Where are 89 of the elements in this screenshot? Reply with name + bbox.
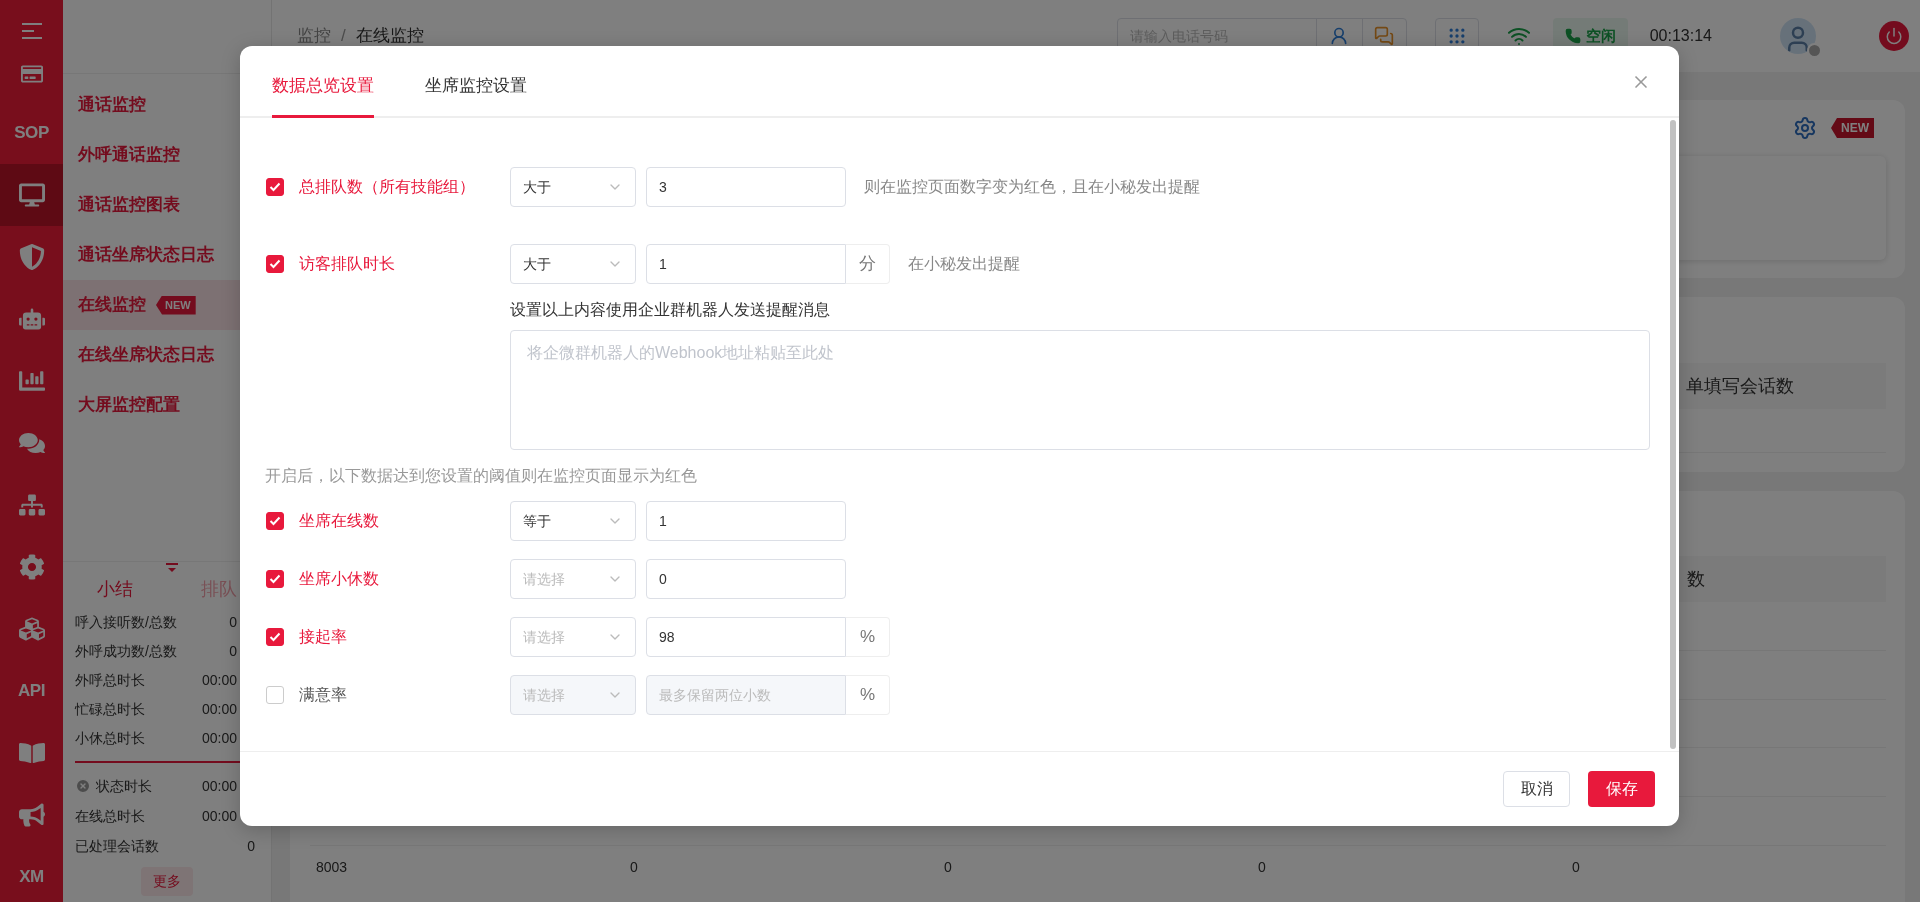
stat-label: 已处理会话数 — [75, 836, 159, 856]
breadcrumb-item: 在线监控 — [355, 25, 424, 48]
stat-label: 在线总时长 — [75, 806, 145, 826]
checkbox[interactable] — [266, 628, 284, 646]
call-timer: 00:13:14 — [1649, 26, 1712, 46]
new-badge: NEW — [156, 295, 196, 315]
card-icon — [20, 63, 43, 85]
stat-value: 0 — [229, 642, 237, 661]
stat-label: 小休总时长 — [75, 729, 145, 748]
close-circle-icon[interactable] — [75, 778, 91, 794]
more-button[interactable]: 更多 — [141, 867, 193, 896]
phone-icon — [1564, 28, 1581, 44]
value-field[interactable]: 0 — [646, 559, 846, 599]
value-field[interactable]: 98 — [646, 617, 846, 657]
operator-select[interactable]: 大于 — [510, 244, 636, 284]
settings-icon[interactable] — [1793, 116, 1817, 140]
value-field[interactable]: 最多保留两位小数 — [646, 675, 846, 715]
scrollbar[interactable] — [1670, 120, 1676, 749]
checkbox[interactable] — [266, 512, 284, 530]
operator-select[interactable]: 请选择 — [510, 617, 636, 657]
threshold-note: 开启后，以下数据达到您设置的阈值则在监控页面显示为红色 — [265, 466, 698, 486]
caret-icon — [165, 563, 179, 573]
webhook-field[interactable]: 将企微群机器人的Webhook地址粘贴至此处 — [510, 330, 1650, 450]
table-cell-text: 8003 — [316, 858, 349, 878]
stat-label: 呼入接听数/总数 — [75, 613, 177, 632]
stat-value: 00:00 — [201, 729, 237, 748]
menu-icon — [20, 22, 43, 40]
stat-label: 忙碌总时长 — [75, 700, 145, 719]
operator-select[interactable]: 请选择 — [510, 675, 636, 715]
table-cell-text: 0 — [630, 858, 639, 878]
settings-icon — [18, 554, 45, 580]
operator-select[interactable]: 等于 — [510, 501, 636, 541]
new-badge: NEW — [1831, 118, 1874, 138]
rule-label: 坐席小休数 — [299, 569, 379, 589]
robot-icon — [18, 306, 45, 332]
checkbox[interactable] — [266, 686, 284, 704]
rule-label: 接起率 — [299, 627, 347, 647]
stat-value: 00:00 — [201, 671, 237, 690]
rule-hint: 则在监控页面数字变为红色，且在小秘发出提醒 — [864, 177, 1200, 197]
rule-label: 坐席在线数 — [299, 511, 379, 531]
stat-value: 00:00 — [201, 700, 237, 719]
power-button[interactable] — [1879, 21, 1909, 51]
checkbox[interactable] — [266, 570, 284, 588]
column-header: 单填写会话数 — [1686, 374, 1794, 398]
stat-value: 00:00 — [201, 776, 237, 796]
table-cell-text: 0 — [1258, 858, 1267, 878]
stat-label: 外呼总时长 — [75, 671, 145, 690]
stat-value: 0 — [247, 836, 255, 856]
rule-label: 满意率 — [299, 685, 347, 705]
shield-icon — [18, 244, 45, 270]
column-header: 数 — [1687, 567, 1705, 591]
checkbox[interactable] — [266, 178, 284, 196]
stat-value: 0 — [229, 613, 237, 632]
unit-label: % — [846, 675, 890, 715]
megaphone-icon — [18, 802, 45, 828]
rule-hint: 在小秘发出提醒 — [908, 254, 1020, 274]
book-icon — [18, 740, 45, 766]
monitor-icon — [18, 182, 45, 208]
org-chart-icon — [18, 492, 45, 518]
dialog-tab[interactable]: 坐席监控设置 — [425, 68, 527, 118]
breadcrumb-item[interactable]: 监控 — [297, 23, 331, 49]
unit-label: 分 — [846, 244, 890, 284]
chat-icon — [18, 430, 45, 456]
avatar-status-badge — [1807, 43, 1822, 58]
operator-select[interactable]: 大于 — [510, 167, 636, 207]
save-button[interactable]: 保存 — [1588, 771, 1655, 807]
checkbox[interactable] — [266, 255, 284, 273]
cancel-button[interactable]: 取消 — [1503, 771, 1570, 807]
table-cell-text: 0 — [1572, 858, 1581, 878]
stat-value: 00:00 — [201, 806, 237, 826]
value-field[interactable]: 1 — [646, 244, 846, 284]
nav-button[interactable] — [0, 164, 63, 226]
operator-select[interactable]: 请选择 — [510, 559, 636, 599]
value-field[interactable]: 1 — [646, 501, 846, 541]
power-icon — [1885, 27, 1903, 45]
rule-label: 总排队数（所有技能组） — [299, 177, 475, 197]
summary-tab[interactable]: 小结 — [63, 575, 167, 603]
table-cell-text: 0 — [944, 858, 953, 878]
stat-label: 外呼成功数/总数 — [75, 642, 177, 661]
bar-chart-icon — [18, 368, 45, 394]
unit-label: % — [846, 617, 890, 657]
stat-label: 状态时长 — [96, 776, 152, 796]
breadcrumb-separator: / — [341, 25, 346, 48]
avatar[interactable] — [1780, 18, 1816, 54]
webhook-label: 设置以上内容使用企业群机器人发送提醒消息 — [510, 300, 831, 320]
rule-label: 访客排队时长 — [299, 254, 395, 274]
cubes-icon — [18, 616, 45, 642]
dialog-tab[interactable]: 数据总览设置 — [272, 68, 374, 118]
value-field[interactable]: 3 — [646, 167, 846, 207]
